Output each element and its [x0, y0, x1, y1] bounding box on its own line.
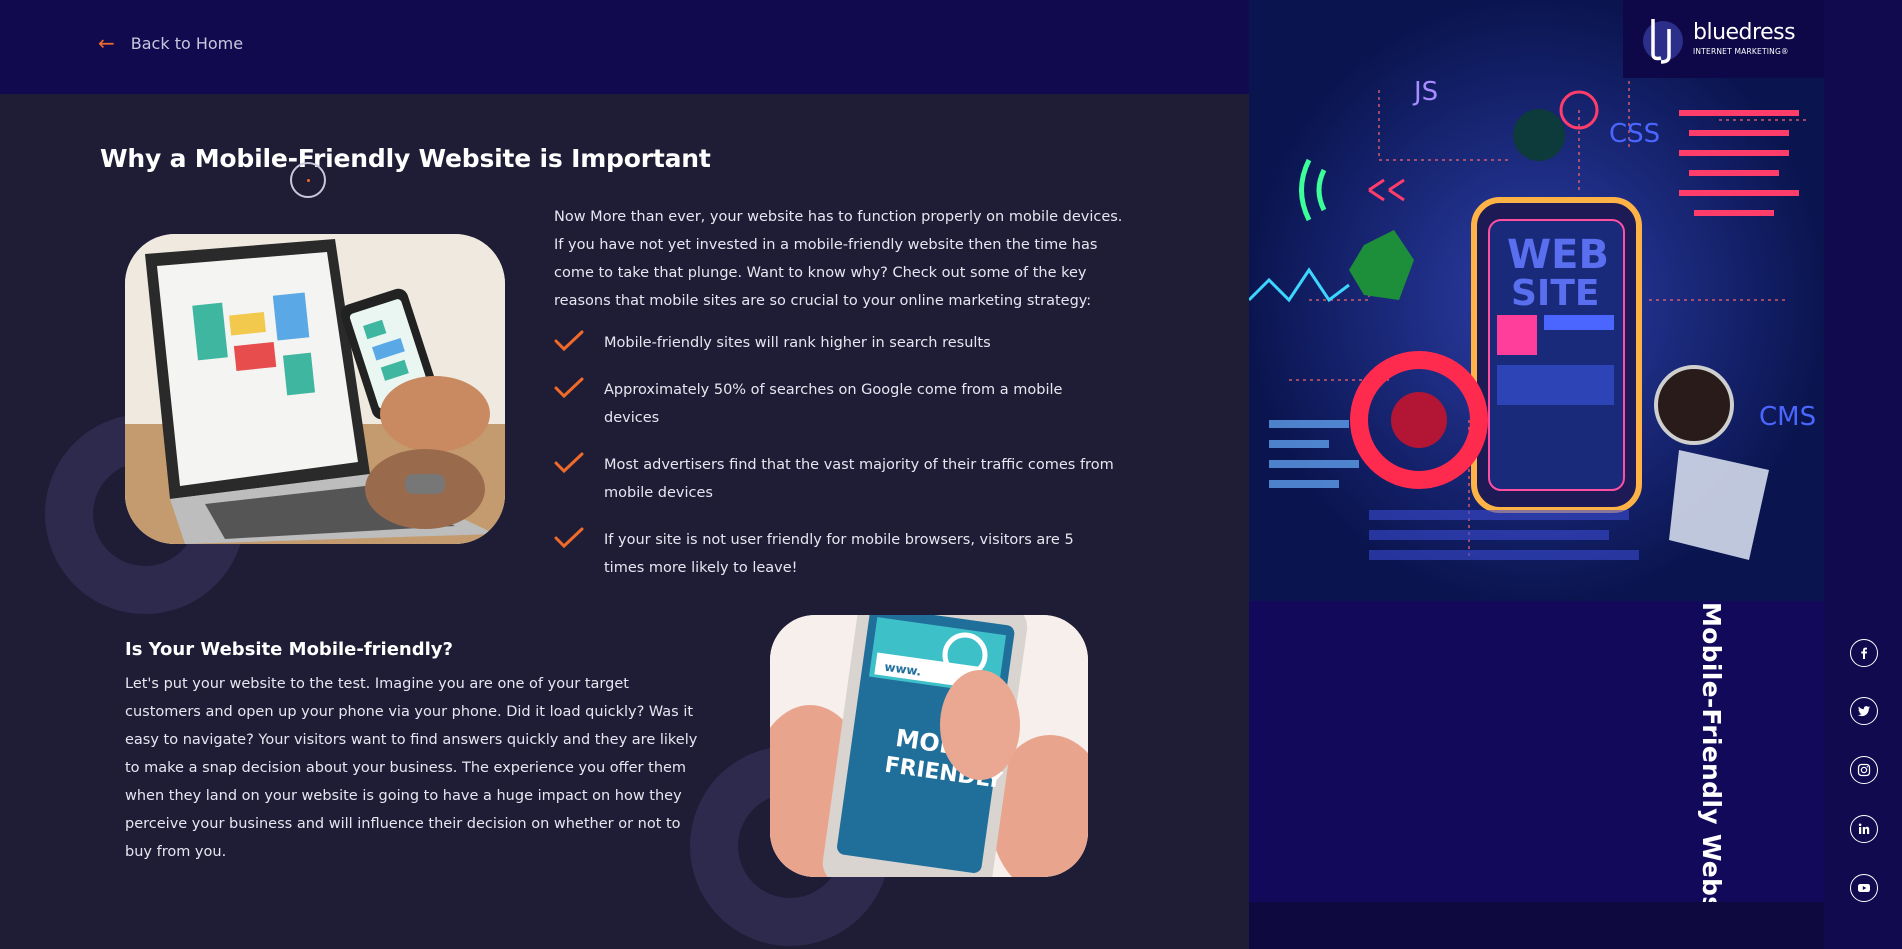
side-vertical-title-text: Mobile-Friendly Website	[1697, 602, 1726, 949]
brand-logo[interactable]: bluedress INTERNET MARKETING®	[1623, 0, 1824, 78]
youtube-link[interactable]	[1850, 874, 1878, 902]
youtube-icon	[1858, 884, 1870, 892]
side-vertical-title: Mobile-Friendly Website	[1689, 602, 1739, 949]
section-subheading: Is Your Website Mobile-friendly?	[125, 639, 453, 660]
checkmark-icon	[554, 377, 584, 399]
list-item: Approximately 50% of searches on Google …	[554, 376, 1114, 432]
back-to-home-link[interactable]: ← Back to Home	[98, 33, 243, 53]
page-title: Why a Mobile-Friendly Website is Importa…	[100, 144, 711, 173]
right-panel: WEB SITE JS CSS CMS bluedress INTERNET M…	[1249, 0, 1824, 949]
hero-cms-label: CMS	[1759, 402, 1816, 432]
bluedress-logo-mark	[1643, 19, 1683, 64]
hero-web-text: WEB	[1507, 232, 1609, 278]
intro-paragraph: Now More than ever, your website has to …	[554, 209, 1123, 309]
hero-js-label: JS	[1412, 77, 1438, 107]
checkmark-icon	[554, 452, 584, 474]
hero-site-text: SITE	[1511, 273, 1599, 314]
list-item: Most advertisers find that the vast majo…	[554, 451, 1114, 507]
social-links	[1824, 0, 1902, 949]
linkedin-link[interactable]	[1850, 815, 1878, 843]
section-paragraph: Let's put your website to the test. Imag…	[125, 676, 698, 860]
main-content: Why a Mobile-Friendly Website is Importa…	[0, 94, 1249, 949]
checkmark-icon	[554, 527, 584, 549]
reasons-list: Mobile-friendly sites will rank higher i…	[554, 329, 1114, 601]
list-item-text: If your site is not user friendly for mo…	[604, 532, 1074, 576]
laptop-phone-image	[125, 234, 505, 544]
brand-tagline: INTERNET MARKETING®	[1693, 47, 1789, 56]
hero-css-label: CSS	[1609, 119, 1660, 149]
twitter-link[interactable]	[1850, 697, 1878, 725]
brand-logo-text: bluedress INTERNET MARKETING®	[1693, 20, 1796, 57]
back-to-home-label: Back to Home	[130, 33, 244, 53]
top-bar: ← Back to Home	[0, 0, 1249, 94]
facebook-link[interactable]	[1850, 639, 1878, 667]
list-item: If your site is not user friendly for mo…	[554, 526, 1114, 582]
linkedin-icon	[1858, 823, 1870, 834]
checkmark-icon	[554, 330, 584, 352]
instagram-link[interactable]	[1850, 756, 1878, 784]
mobile-friendly-phone-image: www. MOBILE FRIENDLY	[770, 615, 1088, 877]
brand-name: bluedress	[1693, 20, 1796, 45]
list-item-text: Most advertisers find that the vast majo…	[604, 457, 1114, 501]
instagram-icon	[1857, 763, 1871, 777]
hero-website-illustration: WEB SITE JS CSS CMS bluedress INTERNET M…	[1249, 0, 1824, 601]
twitter-icon	[1857, 706, 1870, 717]
facebook-icon	[1861, 647, 1867, 659]
right-panel-footer	[1249, 902, 1824, 949]
list-item: Mobile-friendly sites will rank higher i…	[554, 329, 1114, 357]
list-item-text: Approximately 50% of searches on Google …	[604, 382, 1063, 426]
arrow-left-icon: ←	[98, 31, 115, 55]
cursor-indicator	[290, 162, 326, 198]
list-item-text: Mobile-friendly sites will rank higher i…	[604, 335, 991, 351]
